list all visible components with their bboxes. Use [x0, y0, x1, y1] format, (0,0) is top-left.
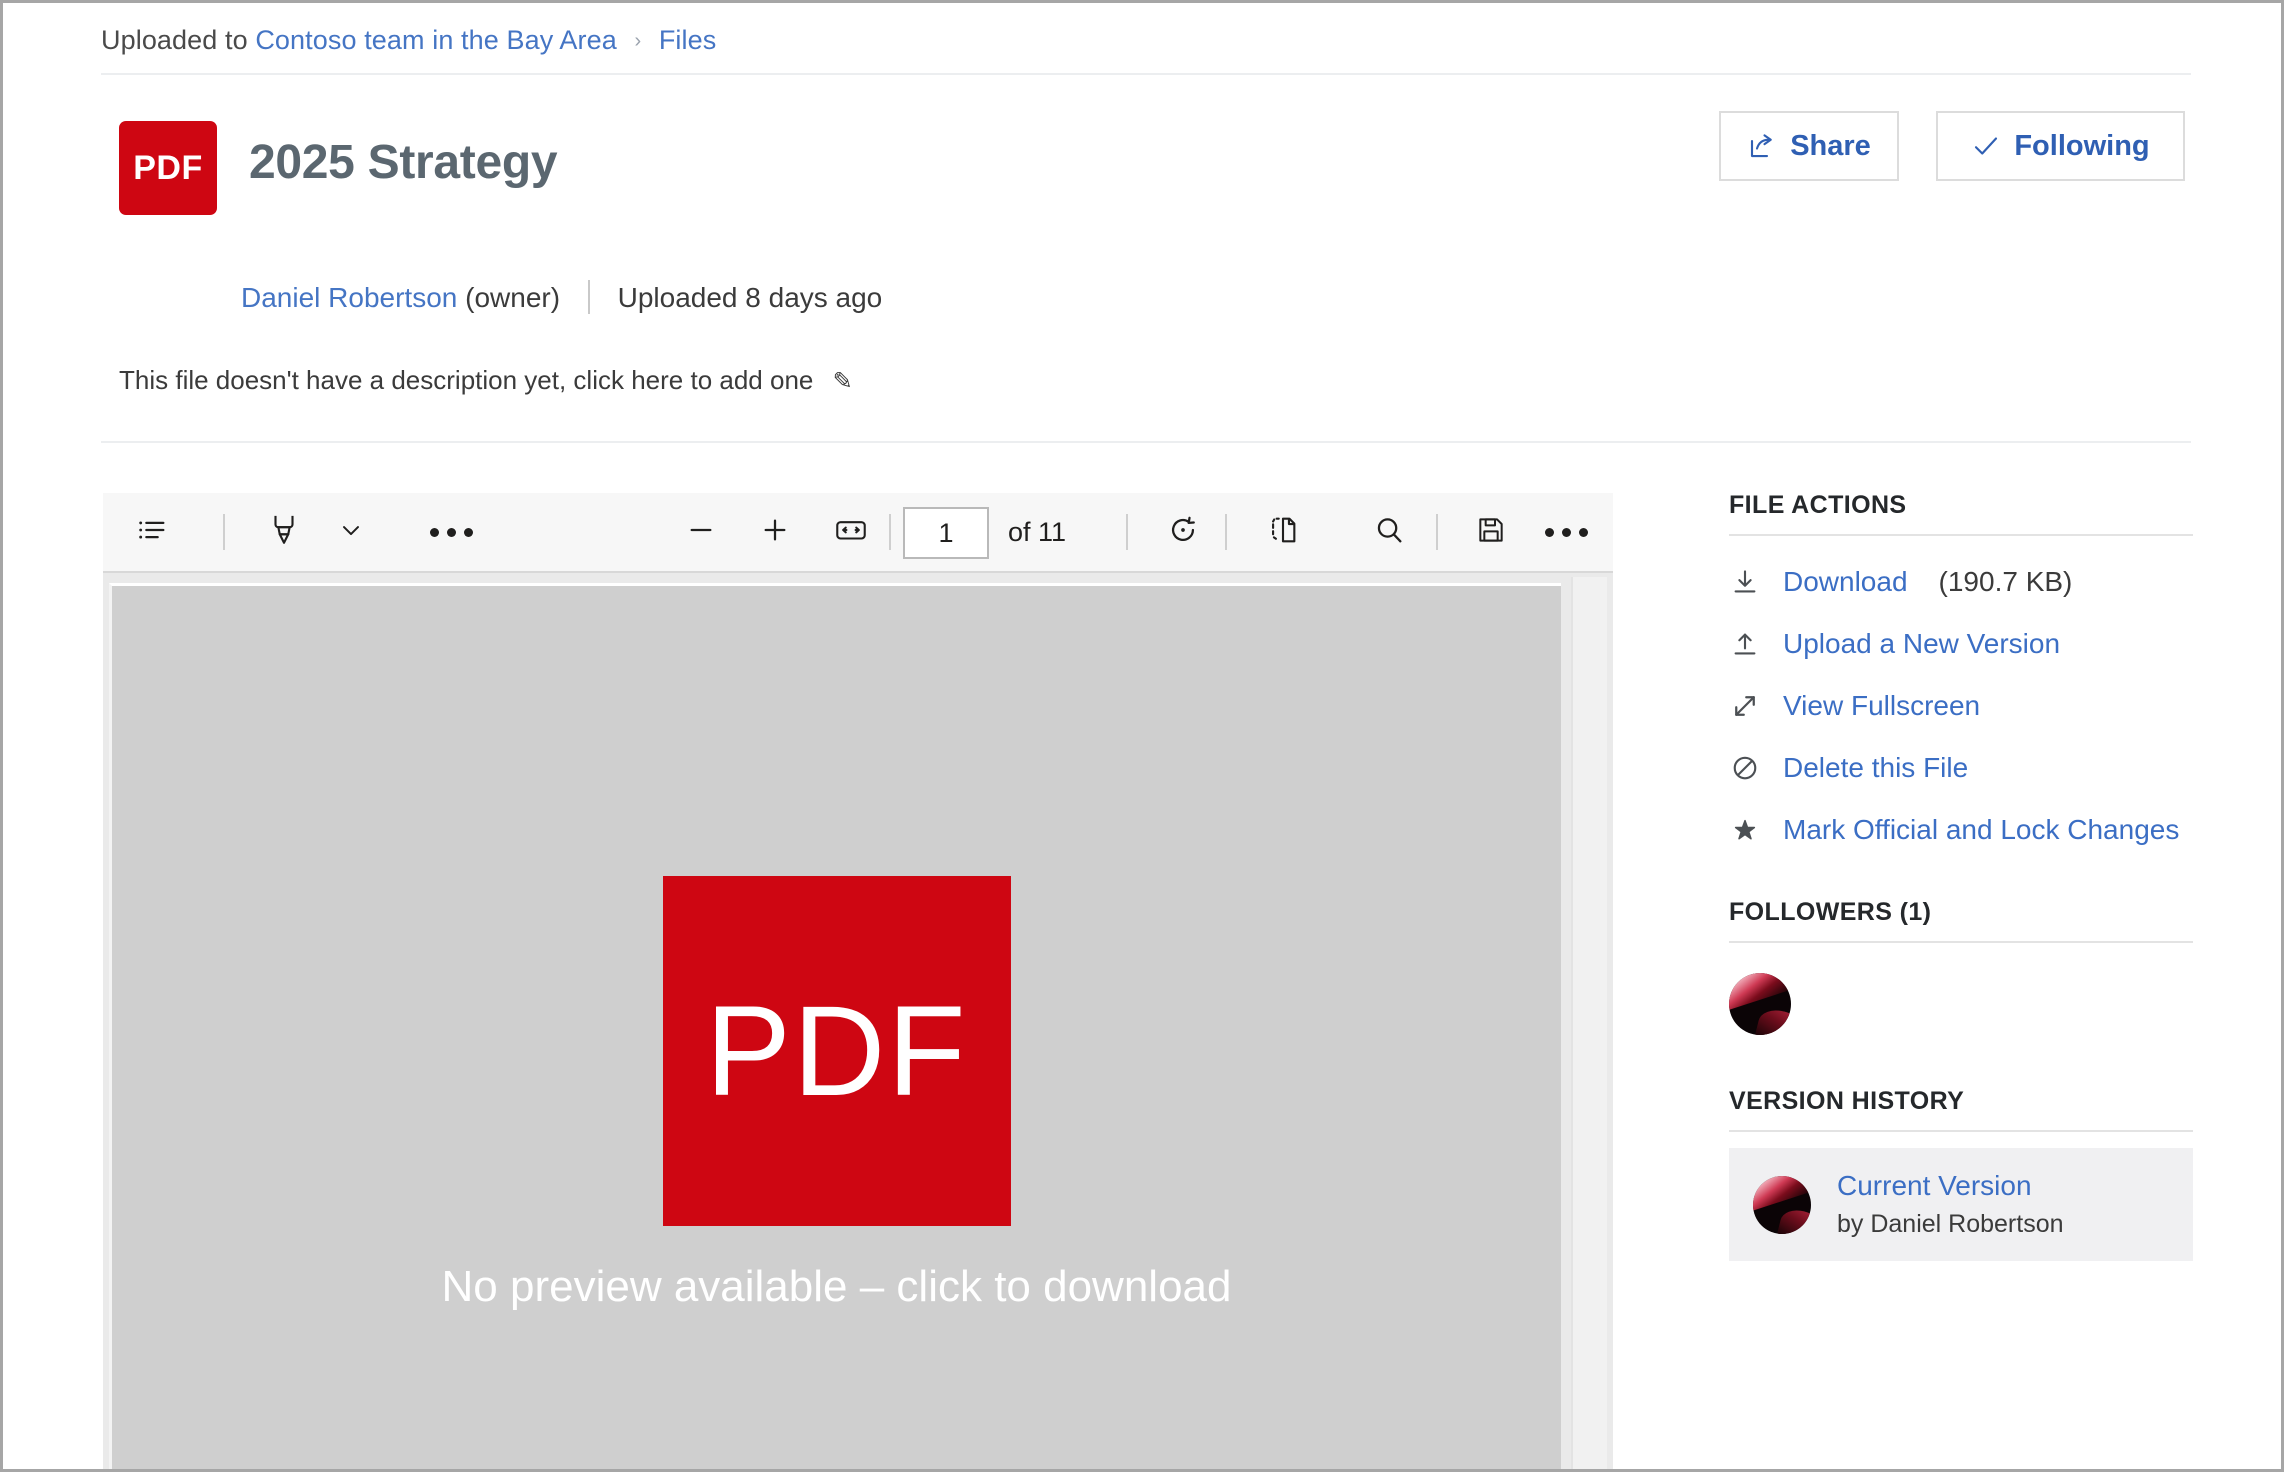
pdf-toolbar: of 11	[103, 493, 1613, 573]
toolbar-separator-1	[223, 514, 225, 550]
version-author: by Daniel Robertson	[1837, 1210, 2064, 1238]
fit-to-width-icon	[834, 515, 868, 550]
avatar	[1753, 1175, 1811, 1234]
file-type-badge: PDF	[119, 121, 217, 215]
following-button-label: Following	[2014, 129, 2150, 162]
chevron-down-icon	[337, 516, 365, 549]
action-delete-file[interactable]: Delete this File	[1729, 752, 2193, 784]
avatar[interactable]	[1729, 973, 1791, 1035]
plus-icon	[759, 514, 791, 551]
ellipsis-icon	[429, 527, 473, 537]
list-outline-icon	[135, 513, 169, 552]
action-mark-official-label: Mark Official and Lock Changes	[1783, 814, 2180, 845]
action-delete-file-label: Delete this File	[1783, 752, 1969, 783]
breadcrumb-separator-icon: ›	[634, 30, 642, 52]
save-floppy-icon	[1475, 514, 1507, 551]
download-icon	[1729, 566, 1761, 598]
followers-list	[1729, 973, 2193, 1035]
file-details-panel: FILE ACTIONS Download (190.7 KB) Upload …	[1729, 491, 2193, 1261]
search-icon	[1372, 513, 1406, 552]
breadcrumb-library-link[interactable]: Files	[659, 25, 717, 55]
zoom-out-button[interactable]	[673, 493, 729, 571]
share-arrow-icon	[1747, 131, 1777, 161]
description-divider	[101, 441, 2191, 443]
share-button[interactable]: Share	[1719, 111, 1899, 181]
highlighter-button[interactable]	[255, 493, 313, 571]
rotate-icon	[1166, 513, 1200, 552]
pdf-preview-area[interactable]: PDF No preview available – click to down…	[103, 573, 1613, 1469]
version-text: Current Version by Daniel Robertson	[1837, 1170, 2064, 1239]
breadcrumb-team-link[interactable]: Contoso team in the Bay Area	[255, 25, 617, 55]
toolbar-separator-5	[1436, 514, 1438, 550]
no-preview-message[interactable]: No preview available – click to download	[442, 1262, 1232, 1312]
owner-link[interactable]: Daniel Robertson	[241, 282, 457, 313]
meta-divider	[587, 280, 590, 314]
annotation-more-button[interactable]	[423, 493, 479, 571]
viewer-more-button[interactable]	[1538, 493, 1594, 571]
breadcrumb-prefix: Uploaded to	[101, 25, 248, 55]
page-layout-button[interactable]	[1255, 493, 1311, 571]
pdf-placeholder-badge: PDF	[662, 876, 1011, 1226]
toolbar-separator-2	[889, 514, 891, 550]
upload-time: Uploaded 8 days ago	[617, 282, 883, 313]
action-view-fullscreen-label: View Fullscreen	[1783, 690, 1981, 721]
minus-icon	[685, 514, 717, 551]
file-preview-page: Uploaded to Contoso team in the Bay Area…	[0, 0, 2284, 1472]
save-button[interactable]	[1463, 493, 1519, 571]
block-delete-icon	[1729, 752, 1761, 784]
page-thumbnail-icon	[1266, 513, 1300, 552]
version-title[interactable]: Current Version	[1837, 1170, 2064, 1202]
header-divider	[101, 73, 2191, 75]
description-prompt-label: This file doesn't have a description yet…	[119, 365, 814, 395]
rotate-button[interactable]	[1155, 493, 1211, 571]
breadcrumb: Uploaded to Contoso team in the Bay Area…	[101, 25, 716, 56]
upload-icon	[1729, 628, 1761, 660]
file-actions-heading: FILE ACTIONS	[1729, 491, 2193, 536]
page-title: 2025 Strategy	[249, 136, 558, 189]
search-button[interactable]	[1361, 493, 1417, 571]
version-history-item[interactable]: Current Version by Daniel Robertson	[1729, 1148, 2193, 1261]
action-upload-new-version-label: Upload a New Version	[1783, 628, 2061, 659]
pdf-page-surface[interactable]: PDF No preview available – click to down…	[109, 583, 1561, 1469]
zoom-in-button[interactable]	[747, 493, 803, 571]
action-download-label: Download	[1783, 566, 1908, 597]
following-button[interactable]: Following	[1936, 111, 2185, 181]
star-icon	[1729, 814, 1761, 846]
fullscreen-icon	[1729, 690, 1761, 722]
highlighter-pen-icon	[267, 511, 301, 554]
highlighter-dropdown-button[interactable]	[325, 493, 377, 571]
fit-width-button[interactable]	[823, 493, 879, 571]
toolbar-separator-3	[1126, 514, 1128, 550]
description-prompt[interactable]: This file doesn't have a description yet…	[119, 365, 853, 396]
action-mark-official[interactable]: Mark Official and Lock Changes	[1729, 814, 2193, 846]
action-view-fullscreen[interactable]: View Fullscreen	[1729, 690, 2193, 722]
pencil-icon[interactable]: ✎	[833, 368, 853, 395]
checkmark-icon	[1971, 131, 2001, 161]
owner-role: (owner)	[465, 282, 561, 313]
ellipsis-icon	[1544, 527, 1588, 537]
file-size: (190.7 KB)	[1938, 566, 2073, 597]
page-number-input[interactable]	[903, 507, 989, 559]
toolbar-separator-4	[1225, 514, 1227, 550]
version-history-heading: VERSION HISTORY	[1729, 1087, 2193, 1132]
action-upload-new-version[interactable]: Upload a New Version	[1729, 628, 2193, 660]
file-meta: Daniel Robertson (owner) Uploaded 8 days…	[241, 280, 882, 314]
share-button-label: Share	[1790, 129, 1871, 162]
page-total-label: of 11	[1008, 516, 1067, 547]
preview-scrollbar[interactable]	[1571, 577, 1607, 1469]
action-download[interactable]: Download (190.7 KB)	[1729, 566, 2193, 598]
followers-heading: FOLLOWERS (1)	[1729, 898, 2193, 943]
pdf-viewer: of 11	[103, 493, 1613, 1469]
outline-toggle-button[interactable]	[121, 493, 183, 571]
